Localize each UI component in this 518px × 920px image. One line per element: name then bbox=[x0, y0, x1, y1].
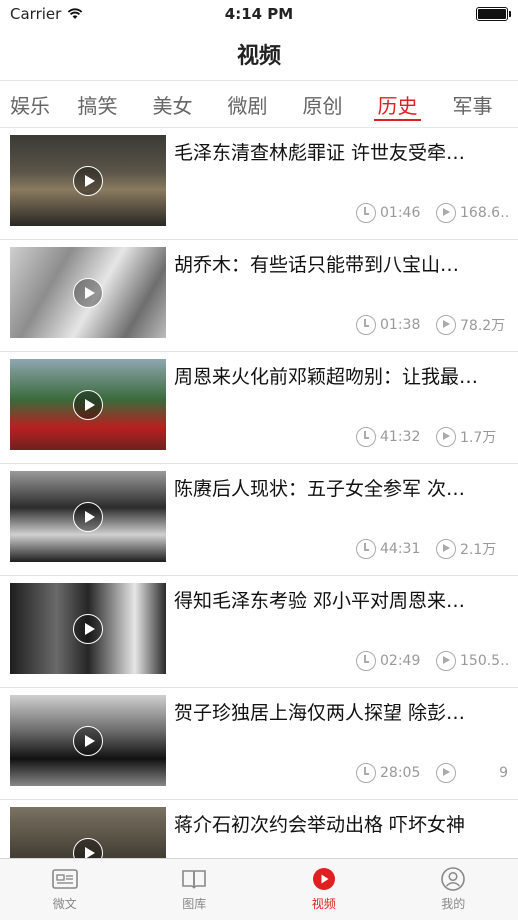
video-meta: 02:49 150.5… bbox=[356, 651, 508, 671]
tabbar-label: 图库 bbox=[182, 897, 207, 911]
play-icon bbox=[73, 613, 103, 644]
play-count-icon bbox=[436, 539, 456, 559]
tabbar-item-video[interactable]: 视频 bbox=[259, 859, 389, 920]
video-play-count: 2.1万 bbox=[460, 542, 497, 558]
video-item[interactable]: 周恩来火化前邓颖超吻别：让我最… 41:32 1.7万 bbox=[0, 352, 518, 464]
tab-funny[interactable]: 搞笑 bbox=[60, 81, 135, 127]
play-icon bbox=[73, 725, 103, 756]
video-feed[interactable]: 毛泽东清查林彪罪证 许世友受牵… 01:46 168.6… 胡乔木：有些话只能带… bbox=[0, 128, 518, 858]
tabbar-item-articles[interactable]: 微文 bbox=[0, 859, 130, 920]
category-tabs: 娱乐 搞笑 美女 微剧 原创 历史 军事 bbox=[0, 80, 518, 128]
video-item[interactable]: 得知毛泽东考验 邓小平对周恩来… 02:49 150.5… bbox=[0, 576, 518, 688]
video-thumbnail[interactable] bbox=[10, 359, 166, 450]
play-icon bbox=[73, 501, 103, 532]
tabbar-item-gallery[interactable]: 图库 bbox=[130, 859, 260, 920]
play-circle-icon bbox=[311, 867, 337, 891]
page-title: 视频 bbox=[236, 44, 281, 69]
video-thumbnail[interactable] bbox=[10, 695, 166, 786]
tabbar-label: 视频 bbox=[311, 897, 336, 911]
video-thumbnail[interactable] bbox=[10, 247, 166, 338]
video-item[interactable]: 蒋介石初次约会举动出格 吓坏女神 bbox=[0, 800, 518, 858]
video-duration: 02:49 bbox=[380, 653, 421, 669]
clock-icon bbox=[356, 539, 376, 559]
tab-beauty[interactable]: 美女 bbox=[135, 81, 210, 127]
play-count-icon bbox=[436, 763, 456, 783]
clock-icon bbox=[356, 427, 376, 447]
user-icon bbox=[440, 867, 466, 891]
clock-icon bbox=[356, 315, 376, 335]
play-icon bbox=[73, 837, 103, 858]
video-title[interactable]: 贺子珍独居上海仅两人探望 除彭… bbox=[174, 700, 504, 726]
video-duration: 44:31 bbox=[380, 541, 421, 557]
video-item[interactable]: 陈赓后人现状：五子女全参军 次… 44:31 2.1万 bbox=[0, 464, 518, 576]
video-play-count: 9 bbox=[499, 765, 508, 781]
battery-icon bbox=[476, 7, 511, 21]
video-title[interactable]: 陈赓后人现状：五子女全参军 次… bbox=[174, 476, 504, 502]
tab-military[interactable]: 军事 bbox=[435, 81, 510, 127]
book-icon bbox=[181, 867, 207, 891]
video-title[interactable]: 蒋介石初次约会举动出格 吓坏女神 bbox=[174, 812, 504, 838]
play-count-icon bbox=[436, 427, 456, 447]
video-meta: 01:46 168.6… bbox=[356, 203, 508, 223]
tabbar-item-profile[interactable]: 我的 bbox=[389, 859, 518, 920]
video-meta: 28:05 9 bbox=[356, 763, 508, 783]
video-meta: 01:38 78.2万 bbox=[356, 315, 508, 335]
play-count-icon bbox=[436, 203, 456, 223]
video-title[interactable]: 毛泽东清查林彪罪证 许世友受牵… bbox=[174, 140, 504, 166]
play-count-icon bbox=[436, 315, 456, 335]
video-play-count: 78.2万 bbox=[460, 318, 506, 334]
tab-entertainment[interactable]: 娱乐 bbox=[0, 81, 60, 127]
video-item[interactable]: 胡乔木：有些话只能带到八宝山… 01:38 78.2万 bbox=[0, 240, 518, 352]
video-duration: 41:32 bbox=[380, 429, 421, 445]
video-item[interactable]: 贺子珍独居上海仅两人探望 除彭… 28:05 9 bbox=[0, 688, 518, 800]
clock-icon bbox=[356, 651, 376, 671]
play-count-icon bbox=[436, 651, 456, 671]
video-play-count: 150.5… bbox=[460, 653, 508, 669]
video-duration: 01:46 bbox=[380, 205, 421, 221]
bottom-tab-bar: 微文 图库 视频 我的 bbox=[0, 858, 518, 920]
clock-icon bbox=[356, 203, 376, 223]
play-icon bbox=[73, 277, 103, 308]
carrier-label: Carrier bbox=[10, 5, 62, 23]
tabbar-label: 我的 bbox=[441, 897, 466, 911]
video-thumbnail[interactable] bbox=[10, 583, 166, 674]
play-icon bbox=[73, 389, 103, 420]
wifi-icon bbox=[68, 8, 83, 19]
video-meta: 44:31 2.1万 bbox=[356, 539, 508, 559]
video-duration: 01:38 bbox=[380, 317, 421, 333]
tab-micro-drama[interactable]: 微剧 bbox=[210, 81, 285, 127]
video-meta: 41:32 1.7万 bbox=[356, 427, 508, 447]
video-duration: 28:05 bbox=[380, 765, 421, 781]
tabbar-label: 微文 bbox=[52, 897, 77, 911]
tab-history[interactable]: 历史 bbox=[360, 81, 435, 127]
video-play-count: 168.6… bbox=[460, 205, 508, 221]
video-title[interactable]: 胡乔木：有些话只能带到八宝山… bbox=[174, 252, 504, 278]
video-title[interactable]: 周恩来火化前邓颖超吻别：让我最… bbox=[174, 364, 504, 390]
video-item[interactable]: 毛泽东清查林彪罪证 许世友受牵… 01:46 168.6… bbox=[0, 128, 518, 240]
clock-icon bbox=[356, 763, 376, 783]
status-bar: Carrier 4:14 PM bbox=[0, 0, 518, 28]
article-icon bbox=[51, 867, 78, 891]
tab-original[interactable]: 原创 bbox=[285, 81, 360, 127]
video-title[interactable]: 得知毛泽东考验 邓小平对周恩来… bbox=[174, 588, 504, 614]
video-thumbnail[interactable] bbox=[10, 135, 166, 226]
video-thumbnail[interactable] bbox=[10, 807, 166, 858]
status-left: Carrier bbox=[10, 5, 83, 23]
play-icon bbox=[73, 165, 103, 196]
video-play-count: 1.7万 bbox=[460, 430, 497, 446]
video-thumbnail[interactable] bbox=[10, 471, 166, 562]
